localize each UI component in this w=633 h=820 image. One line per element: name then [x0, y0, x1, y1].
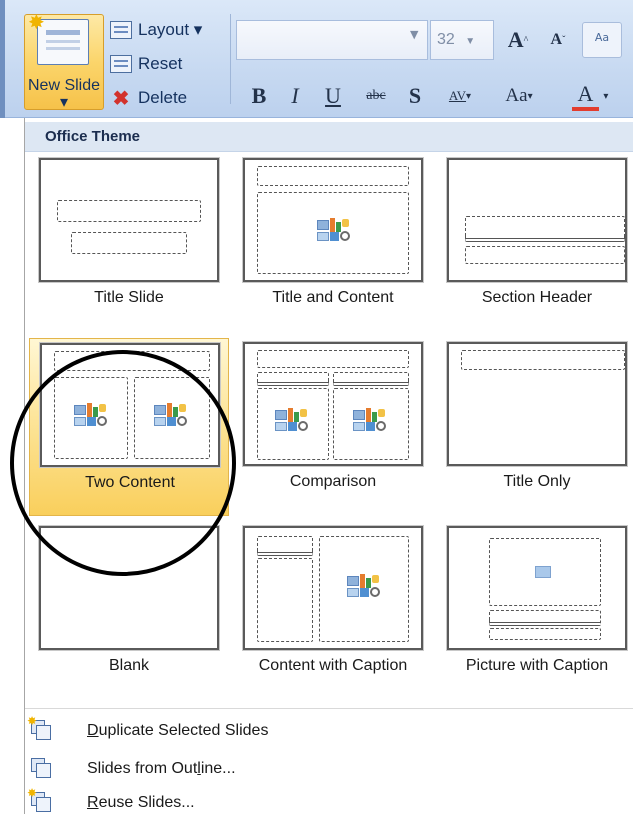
slides-from-outline-icon [31, 758, 53, 780]
underline-button[interactable]: U [318, 78, 348, 114]
layout-label: Section Header [481, 289, 593, 306]
duplicate-selected-slides-item[interactable]: ✸ Duplicate Selected Slides [25, 714, 633, 748]
sparkle-icon: ✸ [28, 10, 45, 34]
slides-from-outline-item[interactable]: Slides from Outline... [25, 752, 633, 786]
font-size-box[interactable]: 32 ▼ [430, 20, 494, 60]
layout-label: Picture with Caption [465, 657, 609, 674]
ribbon-separator [230, 14, 231, 104]
layout-label: Title Only [503, 473, 571, 490]
duplicate-slides-icon: ✸ [27, 714, 53, 742]
reuse-slides-item[interactable]: ✸ Reuse Slides... [25, 786, 633, 820]
font-size-dropdown-icon: ▼ [465, 36, 476, 47]
character-spacing-button[interactable]: AV ▾ [436, 78, 484, 114]
delete-button[interactable]: ✖ Delete [110, 86, 188, 110]
menu-separator [25, 708, 633, 709]
layout-thumbnail [446, 341, 628, 467]
layout-tile-picture-with-caption[interactable]: Picture with Caption [437, 522, 633, 700]
layout-label: Layout ▾ [138, 20, 203, 39]
new-slide-button[interactable]: ✸ New Slide ▾ [24, 10, 104, 111]
content-placeholder-icon [353, 408, 387, 432]
font-color-button[interactable]: A ▾ [556, 78, 624, 114]
layout-thumbnail [242, 525, 424, 651]
content-placeholder-icon [275, 408, 309, 432]
layout-label: Content with Caption [258, 657, 408, 674]
strikethrough-button[interactable]: abc [356, 78, 396, 114]
delete-icon: ✖ [112, 87, 130, 110]
layout-tile-title-slide[interactable]: Title Slide [29, 154, 229, 332]
shrink-font-button[interactable]: Aˇ [540, 22, 576, 58]
font-name-dropdown-icon[interactable]: ▼ [410, 28, 418, 41]
new-slide-label: New Slide ▾ [27, 77, 101, 111]
layout-tile-section-header[interactable]: Section Header [437, 154, 633, 332]
action-label: Duplicate Selected Slides [87, 722, 269, 739]
layout-label: Title and Content [272, 289, 394, 306]
content-placeholder-icon [317, 218, 351, 242]
content-placeholder-icon [347, 574, 381, 598]
action-label: Reuse Slides... [87, 794, 195, 811]
layout-tile-title-and-content[interactable]: Title and Content [233, 154, 433, 332]
ribbon-edge [0, 0, 5, 118]
layout-thumbnail [446, 157, 628, 283]
layout-label: Title Slide [94, 289, 164, 306]
ribbon: ✸ New Slide ▾ Layout ▾ Reset ✖ Delete ▼ … [0, 0, 633, 118]
layout-button[interactable]: Layout ▾ [110, 18, 202, 42]
layout-thumbnail [446, 525, 628, 651]
gallery-header-label: Office Theme [45, 128, 141, 145]
layout-thumbnail [38, 157, 220, 283]
italic-button[interactable]: I [280, 78, 310, 114]
layout-label: Comparison [289, 473, 377, 490]
font-size-value: 32 [437, 31, 455, 48]
grow-font-button[interactable]: A ^ [500, 22, 536, 58]
clear-formatting-button[interactable]: Aa [582, 22, 622, 58]
bold-button[interactable]: B [244, 78, 274, 114]
layout-thumbnail [242, 341, 424, 467]
font-name-box[interactable] [236, 20, 428, 60]
layout-tile-title-only[interactable]: Title Only [437, 338, 633, 516]
layout-thumbnail [242, 157, 424, 283]
reset-button[interactable]: Reset [110, 52, 182, 76]
action-label: Slides from Outline... [87, 760, 236, 777]
picture-placeholder-icon [535, 566, 551, 578]
new-slide-icon: ✸ [28, 10, 89, 65]
annotation-circle [10, 350, 236, 576]
reuse-slides-icon: ✸ [27, 786, 53, 814]
layout-tile-comparison[interactable]: Comparison [233, 338, 433, 516]
reset-label: Reset [138, 54, 183, 73]
change-case-button[interactable]: Aa ▾ [490, 78, 548, 114]
reset-icon [110, 55, 132, 73]
delete-label: Delete [138, 88, 188, 107]
layout-icon [110, 21, 132, 39]
text-shadow-button[interactable]: S [400, 78, 430, 114]
layout-label: Blank [108, 657, 150, 674]
gallery-header: Office Theme [25, 122, 633, 152]
layout-tile-content-with-caption[interactable]: Content with Caption [233, 522, 433, 700]
